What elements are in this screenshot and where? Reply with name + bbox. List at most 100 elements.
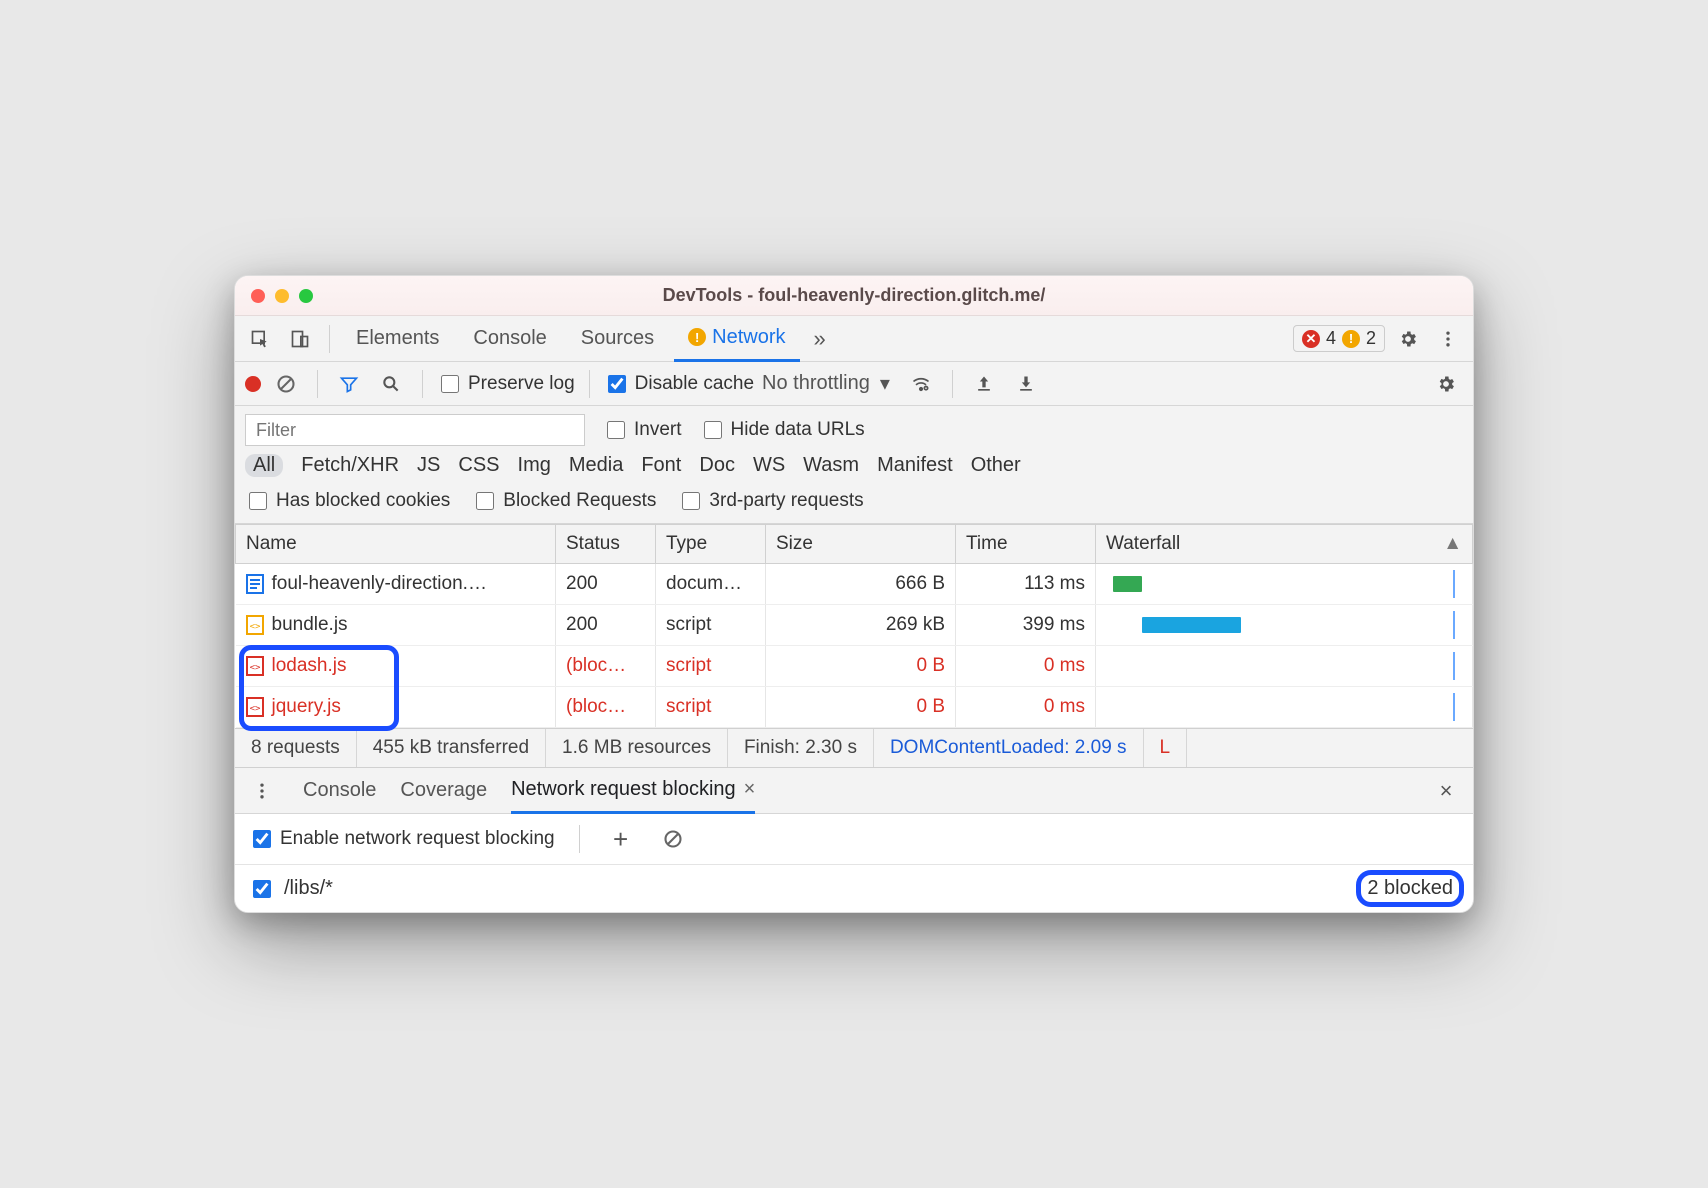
hide-data-urls-checkbox[interactable]: Hide data URLs <box>700 418 865 442</box>
request-time: 0 ms <box>956 646 1096 687</box>
file-type-icon: <> <box>246 615 264 635</box>
blocked-requests-checkbox[interactable]: Blocked Requests <box>472 489 656 513</box>
search-icon[interactable] <box>374 367 408 401</box>
third-party-label: 3rd-party requests <box>709 490 863 512</box>
request-time: 113 ms <box>956 564 1096 605</box>
summary-requests: 8 requests <box>235 729 357 767</box>
divider <box>329 325 330 353</box>
issue-badges[interactable]: ✕ 4 ! 2 <box>1293 325 1385 352</box>
settings-icon[interactable] <box>1391 322 1425 356</box>
chevron-down-icon: ▾ <box>874 371 896 396</box>
type-doc[interactable]: Doc <box>699 454 735 477</box>
filter-icon[interactable] <box>332 367 366 401</box>
network-settings-icon[interactable] <box>1429 367 1463 401</box>
type-other[interactable]: Other <box>971 454 1021 477</box>
warning-icon: ! <box>1342 330 1360 348</box>
throttling-value: No throttling <box>762 372 870 395</box>
request-time: 399 ms <box>956 605 1096 646</box>
inspect-element-icon[interactable] <box>243 322 277 356</box>
drawer-tab-network-request-blocking[interactable]: Network request blocking × <box>511 768 755 814</box>
network-conditions-icon[interactable] <box>904 367 938 401</box>
blocked-cookies-checkbox[interactable]: Has blocked cookies <box>245 489 450 513</box>
svg-text:<>: <> <box>249 622 260 632</box>
warning-icon: ! <box>688 328 706 346</box>
sort-indicator-icon: ▲ <box>1443 533 1462 555</box>
col-name[interactable]: Name <box>236 525 556 564</box>
col-waterfall[interactable]: Waterfall▲ <box>1096 525 1473 564</box>
device-toolbar-icon[interactable] <box>283 322 317 356</box>
table-row[interactable]: <>jquery.js(bloc…script0 B0 ms <box>236 687 1473 728</box>
request-type: script <box>656 646 766 687</box>
type-media[interactable]: Media <box>569 454 623 477</box>
type-img[interactable]: Img <box>518 454 551 477</box>
file-type-icon <box>246 574 264 594</box>
drawer-tabbar: Console Coverage Network request blockin… <box>235 767 1473 813</box>
request-size: 666 B <box>766 564 956 605</box>
close-drawer-icon[interactable]: × <box>1429 774 1463 808</box>
request-status: (bloc… <box>556 687 656 728</box>
drawer-kebab-icon[interactable] <box>245 774 279 808</box>
hide-data-urls-label: Hide data URLs <box>731 419 865 441</box>
summary-finish: Finish: 2.30 s <box>728 729 874 767</box>
blocking-pattern-row[interactable]: /libs/* 2 blocked <box>235 865 1473 912</box>
record-button[interactable] <box>245 376 261 392</box>
filter-input[interactable] <box>245 414 585 446</box>
type-all[interactable]: All <box>245 454 283 477</box>
type-css[interactable]: CSS <box>458 454 499 477</box>
preserve-log-checkbox[interactable]: Preserve log <box>437 372 575 396</box>
third-party-checkbox[interactable]: 3rd-party requests <box>678 489 863 513</box>
kebab-menu-icon[interactable] <box>1431 322 1465 356</box>
invert-checkbox[interactable]: Invert <box>603 418 682 442</box>
waterfall-cell <box>1106 570 1462 598</box>
type-ws[interactable]: WS <box>753 454 785 477</box>
request-time: 0 ms <box>956 687 1096 728</box>
type-filter-row: All Fetch/XHR JS CSS Img Media Font Doc … <box>235 446 1473 485</box>
export-har-icon[interactable] <box>1009 367 1043 401</box>
col-time[interactable]: Time <box>956 525 1096 564</box>
throttling-select[interactable]: No throttling ▾ <box>762 371 896 396</box>
blocked-requests-label: Blocked Requests <box>503 490 656 512</box>
request-status: 200 <box>556 605 656 646</box>
drawer-tab-coverage[interactable]: Coverage <box>400 768 487 814</box>
type-font[interactable]: Font <box>641 454 681 477</box>
summary-load: L <box>1144 729 1188 767</box>
tab-network[interactable]: ! Network <box>674 316 799 362</box>
close-tab-icon[interactable]: × <box>744 778 756 801</box>
type-wasm[interactable]: Wasm <box>803 454 859 477</box>
request-status: (bloc… <box>556 646 656 687</box>
table-row[interactable]: <>lodash.js(bloc…script0 B0 ms <box>236 646 1473 687</box>
error-icon: ✕ <box>1302 330 1320 348</box>
request-size: 0 B <box>766 687 956 728</box>
file-type-icon: <> <box>246 697 264 717</box>
type-fetchxhr[interactable]: Fetch/XHR <box>301 454 399 477</box>
request-name: foul-heavenly-direction.… <box>272 573 487 595</box>
more-tabs-icon[interactable]: » <box>806 326 834 352</box>
table-row[interactable]: <>bundle.js200script269 kB399 ms <box>236 605 1473 646</box>
request-size: 269 kB <box>766 605 956 646</box>
blocked-cookies-label: Has blocked cookies <box>276 490 450 512</box>
col-status[interactable]: Status <box>556 525 656 564</box>
clear-icon[interactable] <box>269 367 303 401</box>
col-size[interactable]: Size <box>766 525 956 564</box>
import-har-icon[interactable] <box>967 367 1001 401</box>
enable-blocking-label: Enable network request blocking <box>280 828 555 850</box>
col-type[interactable]: Type <box>656 525 766 564</box>
network-table: Name Status Type Size Time Waterfall▲ fo… <box>235 524 1473 728</box>
preserve-log-label: Preserve log <box>468 373 575 395</box>
summary-dcl: DOMContentLoaded: 2.09 s <box>874 729 1144 767</box>
enable-blocking-checkbox[interactable]: Enable network request blocking <box>249 827 555 851</box>
drawer-tab-console[interactable]: Console <box>303 768 376 814</box>
table-row[interactable]: foul-heavenly-direction.…200docum…666 B1… <box>236 564 1473 605</box>
tab-sources[interactable]: Sources <box>567 316 668 362</box>
pattern-checkbox[interactable] <box>253 880 271 898</box>
type-manifest[interactable]: Manifest <box>877 454 953 477</box>
summary-bar: 8 requests 455 kB transferred 1.6 MB res… <box>235 728 1473 767</box>
tab-elements[interactable]: Elements <box>342 316 453 362</box>
disable-cache-checkbox[interactable]: Disable cache <box>604 372 754 396</box>
tab-console[interactable]: Console <box>459 316 560 362</box>
remove-all-icon[interactable] <box>656 822 690 856</box>
add-pattern-icon[interactable]: + <box>604 822 638 856</box>
filter-bar: Invert Hide data URLs <box>235 406 1473 446</box>
table-header-row: Name Status Type Size Time Waterfall▲ <box>236 525 1473 564</box>
type-js[interactable]: JS <box>417 454 440 477</box>
